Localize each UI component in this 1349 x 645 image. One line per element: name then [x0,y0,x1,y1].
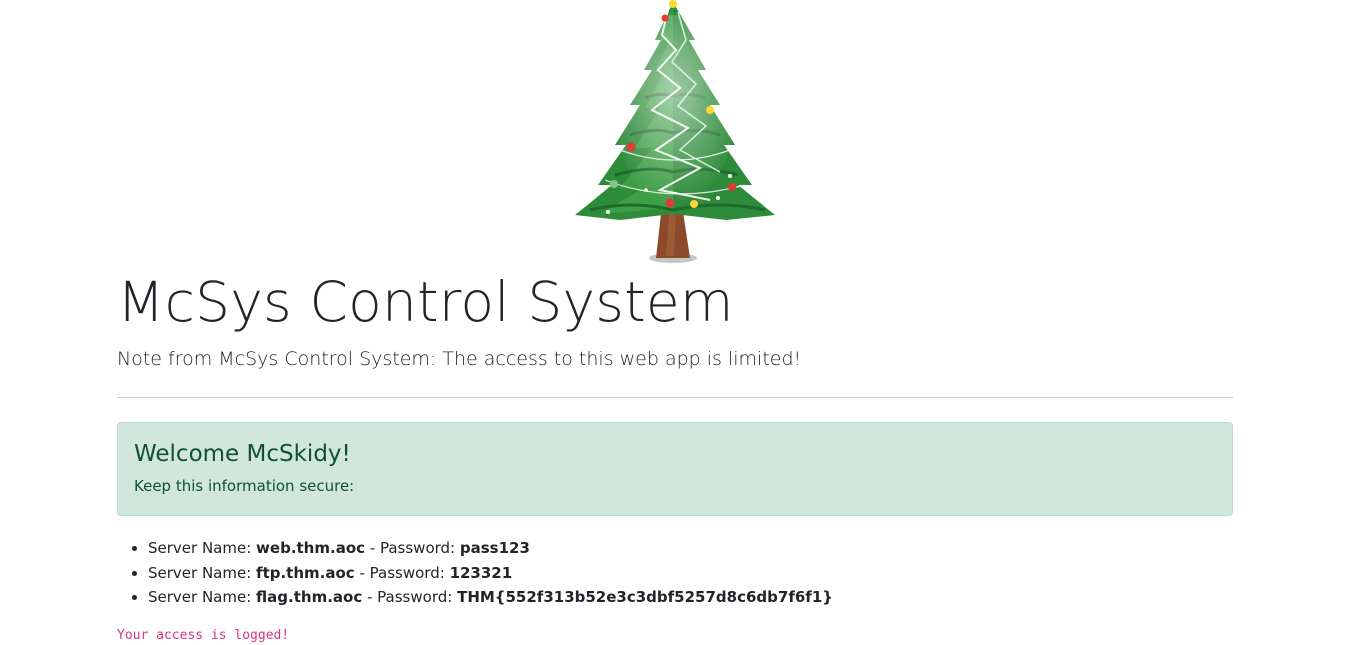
christmas-tree-image [560,0,790,270]
alert-heading: Welcome McSkidy! [134,441,351,467]
server-name: flag.thm.aoc [256,588,363,606]
main-container: McSys Control System Note from McSys Con… [117,268,1233,645]
alert-text: Keep this information secure: [134,477,355,495]
server-name: web.thm.aoc [256,539,366,557]
server-name-label: Server Name: [148,539,252,557]
password-label: - Password: [369,539,456,557]
password-label: - Password: [359,563,445,582]
list-item: Server Name: flag.thm.aoc - Password: TH… [148,585,1233,610]
access-note: Note from McSys Control System: The acce… [117,348,802,370]
password-label: - Password: [367,588,453,606]
server-password: THM{552f313b52e3c3dbf5257d8c6db7f6f1} [457,588,833,606]
list-item: Server Name: ftp.thm.aoc - Password: 123… [148,561,1233,586]
access-logged-notice: Your access is logged! [117,627,290,643]
christmas-tree-icon [575,0,775,263]
server-password: pass123 [459,539,530,557]
list-item: Server Name: web.thm.aoc - Password: pas… [148,536,1233,561]
welcome-alert: Welcome McSkidy! Keep this information s… [117,422,1233,516]
server-password: 123321 [449,563,513,582]
divider [117,397,1233,398]
server-name-label: Server Name: [148,563,252,582]
page-title: McSys Control System [117,270,734,334]
server-name: ftp.thm.aoc [256,563,355,582]
server-list: Server Name: web.thm.aoc - Password: pas… [117,536,1233,610]
server-name-label: Server Name: [148,588,252,606]
